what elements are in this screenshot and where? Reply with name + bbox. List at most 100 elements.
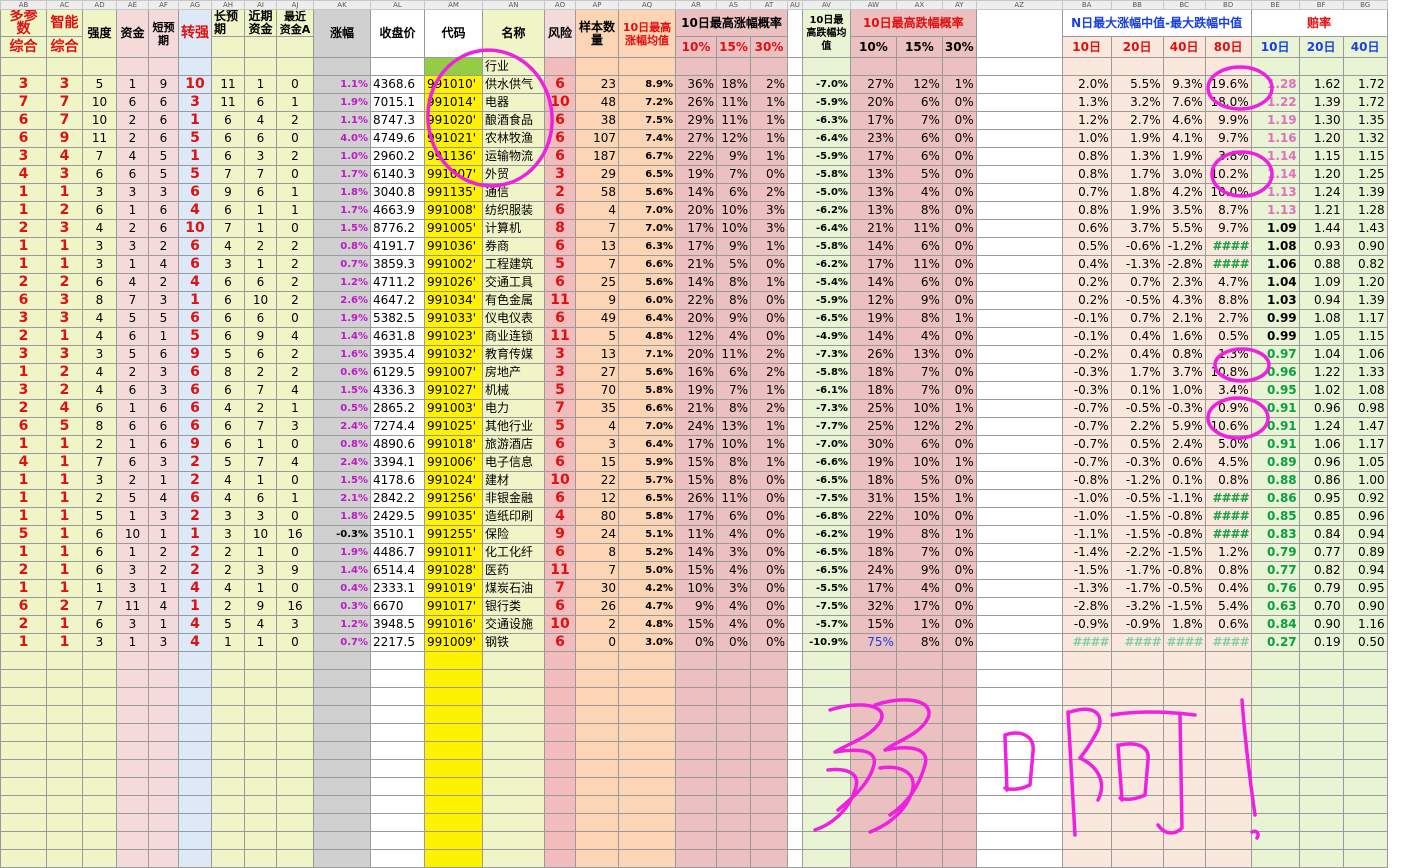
cell-zj[interactable]: 2 xyxy=(116,111,149,130)
cell-zja[interactable]: 0 xyxy=(276,579,314,598)
cell-f10[interactable]: 26% xyxy=(849,345,897,364)
cell-fm[interactable]: -10.9% xyxy=(801,633,851,652)
cell-zn[interactable]: 1 xyxy=(46,435,83,454)
cell-f10[interactable]: 17% xyxy=(849,147,897,166)
cell-r30[interactable]: 0% xyxy=(750,327,788,346)
cell-fx[interactable]: 6 xyxy=(544,147,576,166)
cell-qd[interactable]: 10 xyxy=(82,93,117,112)
empty-cell[interactable] xyxy=(801,813,851,832)
cell-zf[interactable]: 1.8% xyxy=(313,183,371,202)
cell-ys[interactable]: 15 xyxy=(575,453,619,472)
cell-m20[interactable]: 5.5% xyxy=(1110,75,1164,94)
table-row[interactable]: 3 2 4 6 3 6 6 7 4 1.5% 4336.3 991027' 机械 5 70 5.8% 19% 7%… xyxy=(0,381,1388,400)
cell-zf[interactable]: 0.7% xyxy=(313,633,371,652)
cell-zf[interactable]: 1.7% xyxy=(313,201,371,220)
cell-cy[interactable]: 6 xyxy=(211,273,245,292)
empty-cell[interactable] xyxy=(849,705,897,724)
empty-cell[interactable] xyxy=(618,705,676,724)
header-rise-prob[interactable]: 10日最高涨幅概率 xyxy=(675,9,788,37)
cell-zq[interactable]: 6 xyxy=(178,237,212,256)
cell-o40[interactable]: 0.95 xyxy=(1342,579,1388,598)
cell-fx[interactable]: 6 xyxy=(544,201,576,220)
cell-m20[interactable]: -1.7% xyxy=(1110,579,1164,598)
empty-cell[interactable] xyxy=(787,309,803,328)
cell-o10[interactable]: 1.19 xyxy=(1250,111,1300,130)
cell-zh[interactable]: 1 xyxy=(0,489,47,508)
empty-cell[interactable] xyxy=(675,795,717,814)
column-letter-ax[interactable]: AX xyxy=(895,0,943,10)
cell-f15[interactable]: 6% xyxy=(895,147,943,166)
empty-cell[interactable] xyxy=(787,111,803,130)
empty-cell[interactable] xyxy=(750,723,788,742)
empty-cell[interactable] xyxy=(82,831,117,850)
cell-r15[interactable]: 5% xyxy=(716,255,751,274)
empty-cell[interactable] xyxy=(313,651,371,670)
empty-cell[interactable] xyxy=(178,687,212,706)
empty-row[interactable] xyxy=(0,777,1388,796)
cell-ys[interactable]: 12 xyxy=(575,489,619,508)
cell-m80[interactable]: 4.7% xyxy=(1204,273,1252,292)
cell-r15[interactable]: 10% xyxy=(716,219,751,238)
cell-r10[interactable]: 22% xyxy=(675,291,717,310)
column-letter-ae[interactable]: AE xyxy=(116,0,149,10)
cell-dy[interactable]: 5 xyxy=(148,147,179,166)
cell-zq[interactable]: 4 xyxy=(178,579,212,598)
cell-f15[interactable]: 17% xyxy=(895,597,943,616)
cell-r10[interactable]: 15% xyxy=(675,615,717,634)
cell-sp[interactable]: 4663.9 xyxy=(370,201,425,220)
cell-m40[interactable]: 1.6% xyxy=(1162,327,1206,346)
empty-cell[interactable] xyxy=(370,705,425,724)
empty-cell[interactable] xyxy=(975,237,1063,256)
cell-zja[interactable]: 2 xyxy=(276,291,314,310)
cell-m80[interactable]: #### xyxy=(1204,255,1252,274)
cell-sp[interactable]: 7274.4 xyxy=(370,417,425,436)
cell-r30[interactable]: 1% xyxy=(750,273,788,292)
empty-cell[interactable] xyxy=(849,759,897,778)
cell-f15[interactable]: 6% xyxy=(895,435,943,454)
empty-cell[interactable] xyxy=(787,723,803,742)
cell-o40[interactable]: 0.96 xyxy=(1342,507,1388,526)
cell-f10[interactable]: 13% xyxy=(849,201,897,220)
cell-m40[interactable]: 9.3% xyxy=(1162,75,1206,94)
cell-o10[interactable]: 0.83 xyxy=(1250,525,1300,544)
table-row[interactable]: 6 3 8 7 3 1 6 10 2 2.6% 4647.2 991034' 有色金属 11 9 6.0% 22… xyxy=(0,291,1388,310)
cell-m20[interactable]: 1.3% xyxy=(1110,147,1164,166)
cell-mc[interactable]: 纺织服装 xyxy=(482,201,545,220)
empty-cell[interactable] xyxy=(482,777,545,796)
cell-m40[interactable]: 4.1% xyxy=(1162,129,1206,148)
cell-dm[interactable]: 991010' xyxy=(424,75,483,94)
empty-cell[interactable] xyxy=(1298,795,1344,814)
empty-cell[interactable] xyxy=(1061,705,1112,724)
empty-cell[interactable] xyxy=(1061,795,1112,814)
cell-o40[interactable]: 1.15 xyxy=(1342,147,1388,166)
cell-o40[interactable]: 0.94 xyxy=(1342,525,1388,544)
cell-o20[interactable]: 1.21 xyxy=(1298,201,1344,220)
cell-m80[interactable]: 10.8% xyxy=(1204,363,1252,382)
cell-zja[interactable]: 0 xyxy=(276,435,314,454)
cell-sp[interactable]: 4336.3 xyxy=(370,381,425,400)
column-letter-bf[interactable]: BF xyxy=(1298,0,1344,10)
cell-r10[interactable]: 15% xyxy=(675,561,717,580)
cell-zh[interactable]: 2 xyxy=(0,219,47,238)
cell-f10[interactable]: 20% xyxy=(849,93,897,112)
cell-r30[interactable]: 0% xyxy=(750,561,788,580)
cell-m80[interactable]: 0.8% xyxy=(1204,561,1252,580)
empty-cell[interactable] xyxy=(787,849,803,868)
cell-cy[interactable]: 6 xyxy=(211,201,245,220)
cell-zj[interactable]: 6 xyxy=(116,453,149,472)
cell-m10[interactable]: -0.3% xyxy=(1061,363,1112,382)
cell-sp[interactable]: 2842.2 xyxy=(370,489,425,508)
cell-qd[interactable]: 5 xyxy=(82,75,117,94)
cell-f10[interactable]: 19% xyxy=(849,309,897,328)
cell-f15[interactable]: 12% xyxy=(895,417,943,436)
cell-dy[interactable]: 6 xyxy=(148,435,179,454)
cell-f15[interactable]: 7% xyxy=(895,363,943,382)
empty-cell[interactable] xyxy=(116,795,149,814)
cell-r10[interactable]: 11% xyxy=(675,525,717,544)
empty-cell[interactable] xyxy=(975,75,1063,94)
cell-ys[interactable]: 58 xyxy=(575,183,619,202)
header-fp15[interactable]: 15% xyxy=(895,36,943,58)
column-letter-ar[interactable]: AR xyxy=(675,0,717,10)
cell-zh[interactable]: 1 xyxy=(0,201,47,220)
empty-cell[interactable] xyxy=(895,687,943,706)
